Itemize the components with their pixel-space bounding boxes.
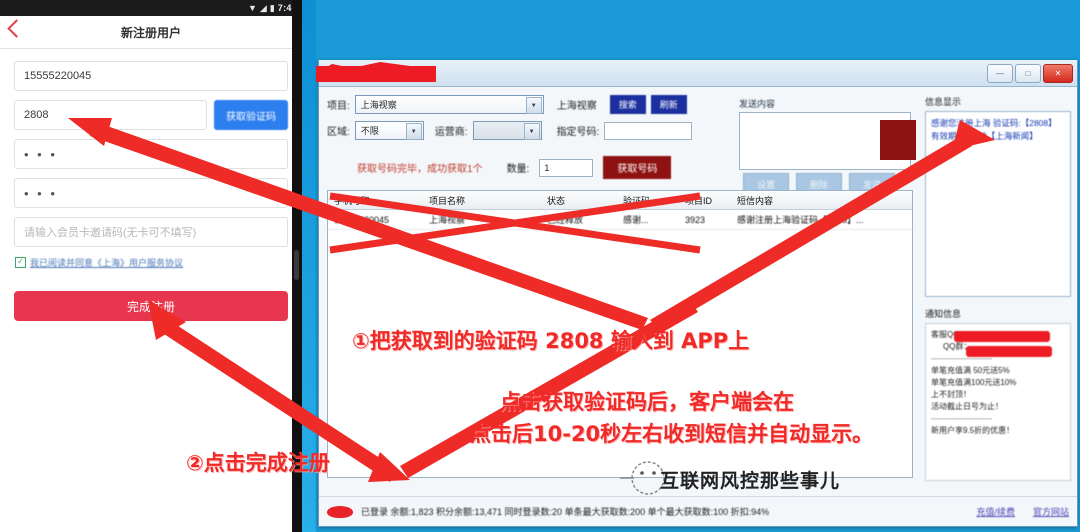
heart-icon: [327, 505, 353, 518]
notify-line-3: 单笔充值满 50元送5%: [931, 366, 1010, 375]
checkbox-checked-icon[interactable]: ✓: [15, 257, 26, 268]
region-select-value: 不限: [360, 126, 379, 136]
project-name-text: 上海视察: [556, 101, 597, 112]
watermark-text: 互联网风控那些事儿: [660, 470, 841, 492]
verification-code-input[interactable]: 2808: [14, 100, 207, 130]
fetch-status-message: 获取号码完毕，成功获取1个: [357, 164, 483, 175]
notify-line-7: 新用户享9.5折的优惠！: [931, 426, 1015, 435]
send-content-label: 发送内容: [739, 99, 776, 109]
redaction-bar: [966, 346, 1052, 357]
redaction-bar: [954, 331, 1050, 342]
agreement-row[interactable]: ✓ 我已阅读并同意《上海》用户服务协议: [15, 256, 288, 269]
cell-phone: 15555220045: [334, 214, 390, 225]
send-content-group: 发送内容: [739, 97, 911, 170]
cell-project-id: 3923: [685, 214, 706, 225]
quantity-label: 数量:: [506, 164, 530, 175]
annotation-step-2-line-1: 点击获取验证码后，客户端会在: [500, 390, 794, 414]
cell-status: 已经释放: [547, 215, 584, 225]
cell-code: 感谢...: [623, 215, 649, 225]
get-number-button[interactable]: 获取号码: [603, 156, 672, 179]
column-header-phone: 手机号码: [334, 195, 371, 206]
column-header-code: 验证码: [623, 195, 651, 206]
carrier-label: 运营商:: [434, 127, 468, 138]
password-confirm-input[interactable]: • • •: [14, 178, 288, 208]
recharge-link[interactable]: 充值/续费: [976, 505, 1015, 518]
right-pane: 信息显示 感谢您注册上海 验证码:【2808】有效期为5分钟【上海新闻】 通知信…: [923, 87, 1077, 526]
column-header-status: 状态: [547, 195, 566, 206]
column-header-project: 项目名称: [429, 195, 466, 206]
annotation-step-1: ①把获取到的验证码 2808 输入到 APP上: [352, 329, 750, 353]
maximize-button[interactable]: □: [1015, 63, 1041, 83]
column-header-sms: 短信内容: [737, 195, 774, 206]
chevron-down-icon[interactable]: ▼: [525, 97, 542, 114]
battery-icon: ▮: [269, 2, 275, 13]
status-bar-links: 充值/续费 官方网站: [976, 505, 1069, 518]
notify-line-4: 单笔充值满100元送10%: [931, 378, 1017, 387]
password-confirm-dots: • • •: [24, 185, 58, 201]
cell-sms: 感谢注册上海验证码【2808】...: [737, 215, 864, 225]
chevron-down-icon[interactable]: ▼: [405, 123, 422, 140]
phone-number-input[interactable]: 15555220045: [14, 61, 288, 91]
desktop-background: — □ ✕ 项目: 上海视察 ▼ 上海视察 搜索 刷新 区域: 不限 ▼ 运营商…: [302, 0, 1080, 532]
project-select-value: 上海视察: [360, 100, 397, 110]
notify-divider-2: -----------------------: [931, 414, 993, 423]
left-pane: 项目: 上海视察 ▼ 上海视察 搜索 刷新 区域: 不限 ▼ 运营商: ▼ 指定…: [319, 87, 919, 526]
info-panel-text: 感谢您注册上海 验证码:【2808】有效期为5分钟【上海新闻】: [925, 111, 1071, 297]
notify-line-6: 活动截止日号为止！: [931, 402, 1003, 411]
notify-panel-label: 通知信息: [925, 309, 962, 319]
annotation-step-2-line-2: 点击后10-20秒左右收到短信并自动显示。: [470, 422, 874, 446]
agreement-link[interactable]: 我已阅读并同意《上海》用户服务协议: [30, 256, 183, 269]
region-select[interactable]: 不限 ▼: [354, 121, 424, 140]
column-header-project-id: 项目ID: [685, 195, 713, 206]
refresh-button[interactable]: 刷新: [650, 95, 687, 114]
page-title: 新注册用户: [120, 25, 181, 40]
search-button[interactable]: 搜索: [609, 95, 646, 114]
table-header-row: 手机号码 项目名称 状态 验证码 项目ID 短信内容: [328, 191, 912, 210]
verification-code-row: 2808 获取验证码: [14, 100, 288, 130]
notify-line-5: 上不封顶！: [931, 390, 971, 399]
official-site-link[interactable]: 官方网站: [1033, 505, 1069, 518]
sms-client-window: — □ ✕ 项目: 上海视察 ▼ 上海视察 搜索 刷新 区域: 不限 ▼ 运营商…: [318, 60, 1078, 527]
send-content-textarea[interactable]: [739, 112, 911, 170]
get-code-button[interactable]: 获取验证码: [214, 100, 288, 130]
info-panel-label: 信息显示: [925, 97, 962, 107]
registration-form: 15555220045 2808 获取验证码 • • • • • • 请输入会员…: [0, 49, 302, 321]
notify-panel-text: 客服QQ： QQ群： ----------------------- 单笔充值满…: [925, 323, 1071, 481]
phone-status-bar: ▼ ◢ ▮ 7:45: [0, 0, 302, 16]
quantity-input[interactable]: 1: [539, 158, 594, 177]
status-bar-text: 已登录 余额:1,823 积分余额:13,471 同时登录数:20 单条最大获取…: [361, 507, 770, 517]
close-button[interactable]: ✕: [1043, 63, 1073, 83]
table-row[interactable]: 15555220045 上海视察 已经释放 感谢... 3923 感谢注册上海验…: [328, 210, 912, 230]
cell-project: 上海视察: [429, 215, 466, 225]
project-select[interactable]: 上海视察 ▼: [354, 95, 544, 114]
window-title-bar[interactable]: — □ ✕: [319, 60, 1077, 87]
chevron-down-icon[interactable]: ▼: [523, 123, 540, 140]
wifi-icon: ▼: [247, 2, 257, 13]
minimize-button[interactable]: —: [987, 63, 1013, 83]
app-status-bar: 已登录 余额:1,823 积分余额:13,471 同时登录数:20 单条最大获取…: [319, 496, 1077, 526]
region-label: 区域:: [327, 127, 350, 138]
invite-code-input[interactable]: 请输入会员卡邀请码(无卡可不填写): [14, 217, 288, 247]
signal-icon: ◢: [259, 2, 267, 13]
project-label: 项目:: [327, 101, 350, 112]
assign-number-label: 指定号码:: [556, 127, 600, 138]
carrier-select[interactable]: ▼: [472, 121, 542, 140]
phone-title-bar: 新注册用户: [0, 16, 302, 49]
window-body: 项目: 上海视察 ▼ 上海视察 搜索 刷新 区域: 不限 ▼ 运营商: ▼ 指定…: [319, 87, 1077, 526]
complete-registration-button[interactable]: 完成注册: [14, 291, 288, 321]
annotation-step-3: ②点击完成注册: [186, 451, 330, 475]
password-dots: • • •: [24, 146, 58, 162]
assign-number-input[interactable]: [604, 121, 693, 140]
scrollbar-thumb[interactable]: [294, 250, 299, 280]
password-input[interactable]: • • •: [14, 139, 288, 169]
